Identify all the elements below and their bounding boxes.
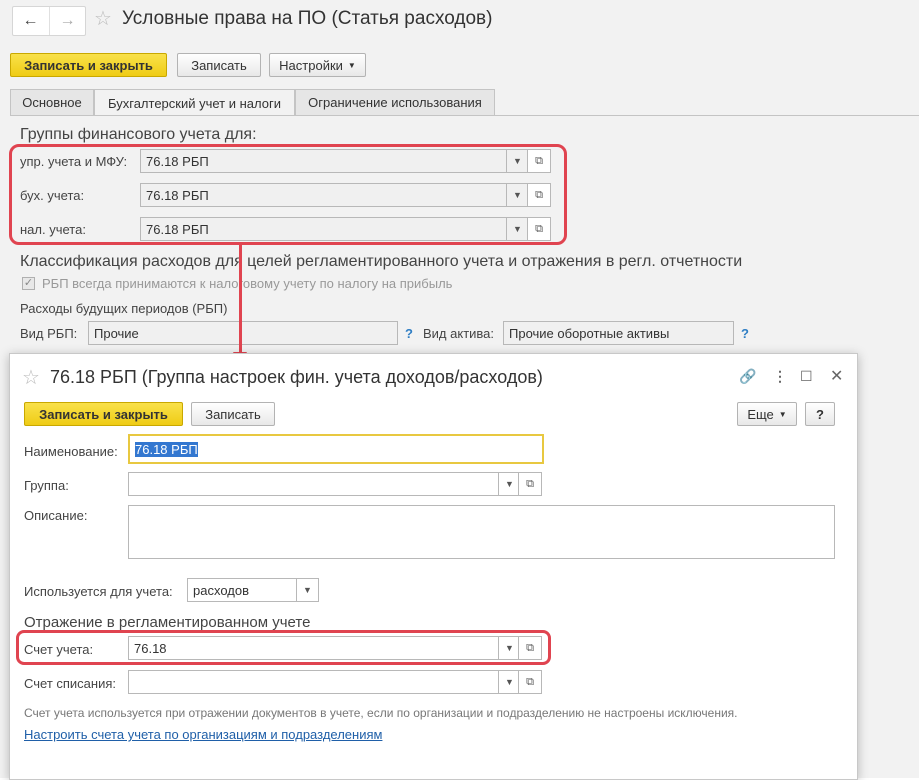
more-label: Еще [747,406,774,422]
name-label: Наименование: [24,444,118,459]
open-window-icon: ⧉ [526,477,534,490]
vid-rbp-label: Вид РБП: [20,326,78,341]
description-textarea[interactable] [128,505,835,559]
arrow-left-icon: ← [22,12,39,29]
tab-accounting[interactable]: Бухгалтерский учет и налоги [94,89,295,116]
chevron-down-icon: ▼ [778,409,787,419]
name-input[interactable]: 76.18 РБП [128,434,544,464]
tab-divider [10,115,919,116]
group-open-button[interactable]: ⧉ [518,472,542,496]
vid-aktiva-field[interactable]: Прочие оборотные активы [503,321,734,345]
vid-aktiva-help-button[interactable]: ? [741,326,749,341]
name-value: 76.18 РБП [135,441,198,457]
window-title: Условные права на ПО (Статья расходов) [122,8,493,29]
writeoff-open-button[interactable]: ⧉ [518,670,542,694]
used-for-label: Используется для учета: [24,584,173,599]
used-for-select[interactable]: расходов [187,578,297,602]
highlight-groups-box [9,144,567,245]
settings-button[interactable]: Настройки ▼ [269,53,366,77]
group-label: Группа: [24,478,69,493]
link-icon[interactable]: 🔗 [739,368,756,385]
groups-heading: Группы финансового учета для: [20,126,257,143]
back-button[interactable]: ← [13,7,48,35]
vid-rbp-help-button[interactable]: ? [405,326,413,341]
star-icon[interactable]: ☆ [22,365,40,390]
group-field[interactable] [128,472,499,496]
dialog-save-button[interactable]: Записать [191,402,275,426]
account-note: Счет учета используется при отражении до… [24,706,738,720]
rbp-checkbox[interactable]: ✓ [22,277,35,290]
dialog-help-button[interactable]: ? [805,402,835,426]
used-for-dropdown-button[interactable]: ▼ [297,578,319,602]
classification-heading: Классификация расходов для целей регламе… [20,253,743,270]
dialog-save-close-button[interactable]: Записать и закрыть [24,402,183,426]
settings-label: Настройки [279,57,343,73]
group-settings-dialog: ☆ 76.18 РБП (Группа настроек фин. учета … [9,353,858,780]
chevron-down-icon: ▼ [303,585,312,595]
vid-rbp-field[interactable]: Прочие [88,321,398,345]
connector-arrow-line [239,242,242,357]
highlight-account-box [16,630,551,665]
dialog-more-button[interactable]: Еще ▼ [737,402,797,426]
rbp-heading: Расходы будущих периодов (РБП) [20,301,228,316]
save-button[interactable]: Записать [177,53,261,77]
writeoff-label: Счет списания: [24,676,117,691]
maximize-icon[interactable]: ☐ [800,368,813,385]
rbp-checkbox-label: РБП всегда принимаются к налоговому учет… [42,276,453,291]
arrow-right-icon: → [59,12,76,29]
reg-heading: Отражение в регламентированном учете [24,614,311,631]
chevron-down-icon: ▼ [505,479,514,489]
chevron-down-icon: ▼ [347,60,356,70]
star-icon[interactable]: ☆ [94,6,112,31]
save-close-button[interactable]: Записать и закрыть [10,53,167,77]
chevron-down-icon: ▼ [505,677,514,687]
close-icon[interactable]: ✕ [830,366,843,386]
forward-button[interactable]: → [49,7,85,35]
tab-main[interactable]: Основное [10,89,94,115]
dialog-title: 76.18 РБП (Группа настроек фин. учета до… [50,367,543,387]
writeoff-field[interactable] [128,670,499,694]
tab-restrictions[interactable]: Ограничение использования [295,89,495,115]
open-window-icon: ⧉ [526,675,534,688]
more-vert-icon[interactable]: ⋮ [773,368,787,385]
configure-accounts-link[interactable]: Настроить счета учета по организациям и … [24,727,382,742]
description-label: Описание: [24,508,88,523]
nav-buttons: ← → [12,6,86,36]
vid-aktiva-label: Вид актива: [423,326,495,341]
